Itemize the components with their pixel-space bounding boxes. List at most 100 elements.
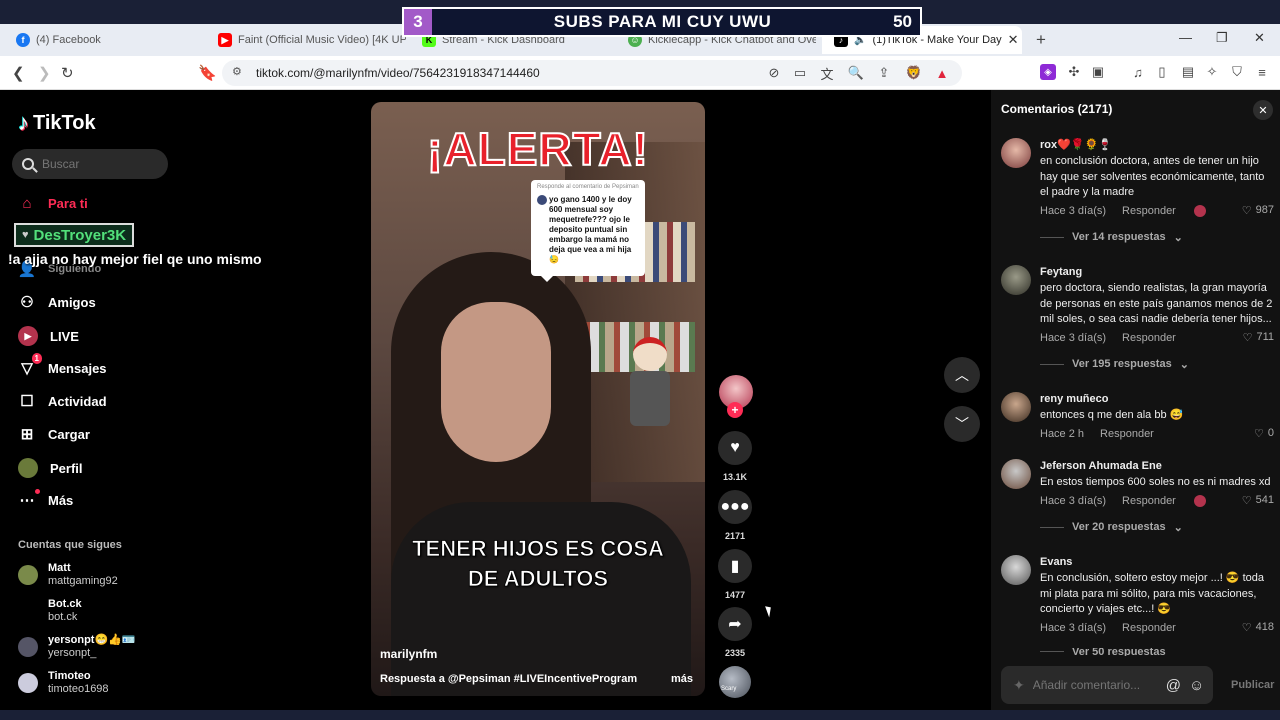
chevron-down-icon: ﹀: [955, 416, 969, 432]
reply-button[interactable]: Responder: [1122, 495, 1176, 507]
no-cast-icon[interactable]: ⊘: [766, 65, 782, 81]
forward-icon[interactable]: ❯: [38, 64, 51, 82]
reply-button[interactable]: Responder: [1122, 332, 1176, 344]
share-button[interactable]: ➦: [718, 607, 752, 641]
screenshot-icon[interactable]: ▣: [1090, 64, 1106, 80]
sidebar-icon[interactable]: ▯: [1154, 64, 1170, 80]
comment-like-button[interactable]: ♡ 418: [1242, 621, 1274, 634]
like-button[interactable]: ♥: [718, 431, 752, 465]
avatar[interactable]: [1001, 459, 1031, 489]
extension-purple-icon[interactable]: ◈: [1040, 64, 1056, 80]
view-replies-label: Ver 195 respuestas: [1072, 358, 1172, 370]
brave-shields-icon[interactable]: 🦁: [906, 65, 922, 81]
reply-button[interactable]: Responder: [1122, 205, 1176, 217]
nav-amigos[interactable]: ⚇ Amigos: [18, 293, 95, 311]
comment-count: 2171: [724, 531, 746, 541]
save-button[interactable]: ▮: [718, 549, 752, 583]
share-icon[interactable]: ⇪: [876, 65, 892, 81]
reload-icon[interactable]: ↻: [61, 64, 74, 82]
stream-sub-goal-overlay: 3 SUBS PARA MI CUY UWU 50: [402, 7, 922, 37]
avatar[interactable]: [1001, 392, 1031, 422]
tab-youtube[interactable]: ▶ Faint (Official Music Video) [4K UPGR: [206, 26, 406, 54]
avatar[interactable]: [1001, 265, 1031, 295]
following-account[interactable]: Timoteo timoteo1698: [18, 670, 109, 696]
description-more-link[interactable]: más: [671, 673, 693, 685]
chevron-down-icon: ⌄: [1173, 231, 1183, 244]
view-replies-label: Ver 20 respuestas: [1072, 521, 1166, 533]
maximize-icon[interactable]: ❐: [1216, 30, 1228, 46]
view-replies-button[interactable]: Ver 195 respuestas ⌄: [1040, 358, 1276, 371]
person-body: [391, 502, 691, 696]
emoji-icon[interactable]: ☺: [1189, 677, 1204, 694]
creator-liked-avatar: [1194, 204, 1206, 217]
back-icon[interactable]: ❮: [12, 64, 25, 82]
tiktok-logo[interactable]: ♪ TikTok: [18, 110, 96, 136]
view-replies-button[interactable]: Ver 14 respuestas ⌄: [1040, 231, 1276, 244]
view-replies-button[interactable]: Ver 20 respuestas ⌄: [1040, 521, 1276, 534]
mention-icon[interactable]: @: [1166, 677, 1181, 694]
tab-facebook[interactable]: f (4) Facebook: [4, 26, 204, 54]
comment-user[interactable]: rox❤️🌹🌻🍷: [1040, 138, 1276, 152]
following-account[interactable]: yersonpt😁👍🪪 yersonpt_: [18, 634, 136, 660]
publish-button[interactable]: Publicar: [1231, 679, 1274, 691]
tab-label: (4) Facebook: [36, 34, 101, 46]
comment-user[interactable]: reny muñeco: [1040, 392, 1276, 406]
view-replies-button[interactable]: Ver 50 respuestas: [1040, 648, 1276, 656]
leo-ai-icon[interactable]: ✧: [1204, 64, 1220, 80]
avatar[interactable]: [1001, 555, 1031, 585]
following-account[interactable]: Bot.ck bot.ck: [18, 598, 82, 624]
video-username[interactable]: marilynfm: [380, 647, 437, 661]
nav-live[interactable]: ▶ LIVE: [18, 326, 79, 346]
window-close-icon[interactable]: ✕: [1254, 30, 1265, 46]
minimize-icon[interactable]: —: [1179, 30, 1192, 45]
nav-para-ti[interactable]: ⌂ Para ti: [18, 194, 87, 212]
wallet-icon[interactable]: ▤: [1180, 64, 1196, 80]
bookmark-icon[interactable]: 🔖: [198, 64, 217, 82]
video-player[interactable]: ¡ALERTA! Responde al comentario de Pepsi…: [371, 102, 705, 696]
search-input[interactable]: [42, 157, 152, 171]
reply-button[interactable]: Responder: [1122, 622, 1176, 634]
search-box[interactable]: [12, 149, 168, 179]
next-video-button[interactable]: ﹀: [944, 406, 980, 442]
heart-outline-icon: ♡: [1241, 204, 1252, 217]
comment-time: Hace 3 día(s): [1040, 621, 1107, 634]
new-tab-icon[interactable]: +: [1036, 30, 1046, 50]
url-field[interactable]: ⚙ tiktok.com/@marilynfm/video/7564231918…: [222, 60, 962, 86]
vpn-icon[interactable]: ⛉: [1229, 64, 1245, 80]
nav-perfil[interactable]: Perfil: [18, 458, 83, 478]
comment-user[interactable]: Feytang: [1040, 265, 1276, 279]
sound-disc[interactable]: Scary: [719, 666, 751, 698]
media-icon[interactable]: ♫: [1130, 64, 1146, 80]
nav-mensajes[interactable]: ▽ 1 Mensajes: [18, 353, 107, 377]
comment-like-button[interactable]: ♡ 987: [1242, 204, 1274, 217]
close-comments-button[interactable]: ✕: [1253, 100, 1273, 120]
comment-like-button[interactable]: ♡ 0: [1254, 427, 1274, 440]
comment-like-button[interactable]: ♡ 711: [1243, 331, 1274, 344]
reply-button[interactable]: Responder: [1100, 428, 1154, 440]
close-icon: ✕: [1258, 104, 1268, 117]
comment-button[interactable]: ●●●: [718, 490, 752, 524]
address-bar-row: ❮ ❯ ↻ 🔖 ⚙ tiktok.com/@marilynfm/video/75…: [0, 56, 1280, 90]
comment-input[interactable]: [1032, 678, 1158, 692]
nav-mas[interactable]: ⋯ Más: [18, 489, 73, 509]
extensions-icon[interactable]: ✣: [1066, 64, 1082, 80]
comment-like-button[interactable]: ♡ 541: [1242, 494, 1274, 507]
zoom-icon[interactable]: 🔍: [848, 65, 864, 81]
nav-actividad[interactable]: ☐ Actividad: [18, 392, 106, 410]
following-account[interactable]: Matt mattgaming92: [18, 562, 118, 588]
comment-user[interactable]: Evans: [1040, 555, 1276, 569]
previous-video-button[interactable]: ︿: [944, 357, 980, 393]
follow-plus-icon[interactable]: +: [727, 402, 743, 418]
translate-icon[interactable]: 文: [819, 65, 835, 82]
close-tab-icon[interactable]: ✕: [1008, 32, 1019, 48]
cast-icon[interactable]: ▭: [792, 65, 808, 81]
menu-icon[interactable]: ≡: [1254, 64, 1270, 80]
brave-rewards-icon[interactable]: ▲: [934, 65, 950, 81]
comment-input-box[interactable]: ✦ @ ☺: [1001, 666, 1213, 704]
nav-cargar[interactable]: ⊞ Cargar: [18, 425, 90, 443]
avatar[interactable]: [1001, 138, 1031, 168]
comment-text: En conclusión, soltero estoy mejor ...! …: [1040, 572, 1265, 615]
comment-user[interactable]: Jeferson Ahumada Ene: [1040, 459, 1276, 473]
site-info-icon[interactable]: ⚙: [232, 65, 242, 78]
account-handle: yersonpt_: [48, 647, 97, 659]
